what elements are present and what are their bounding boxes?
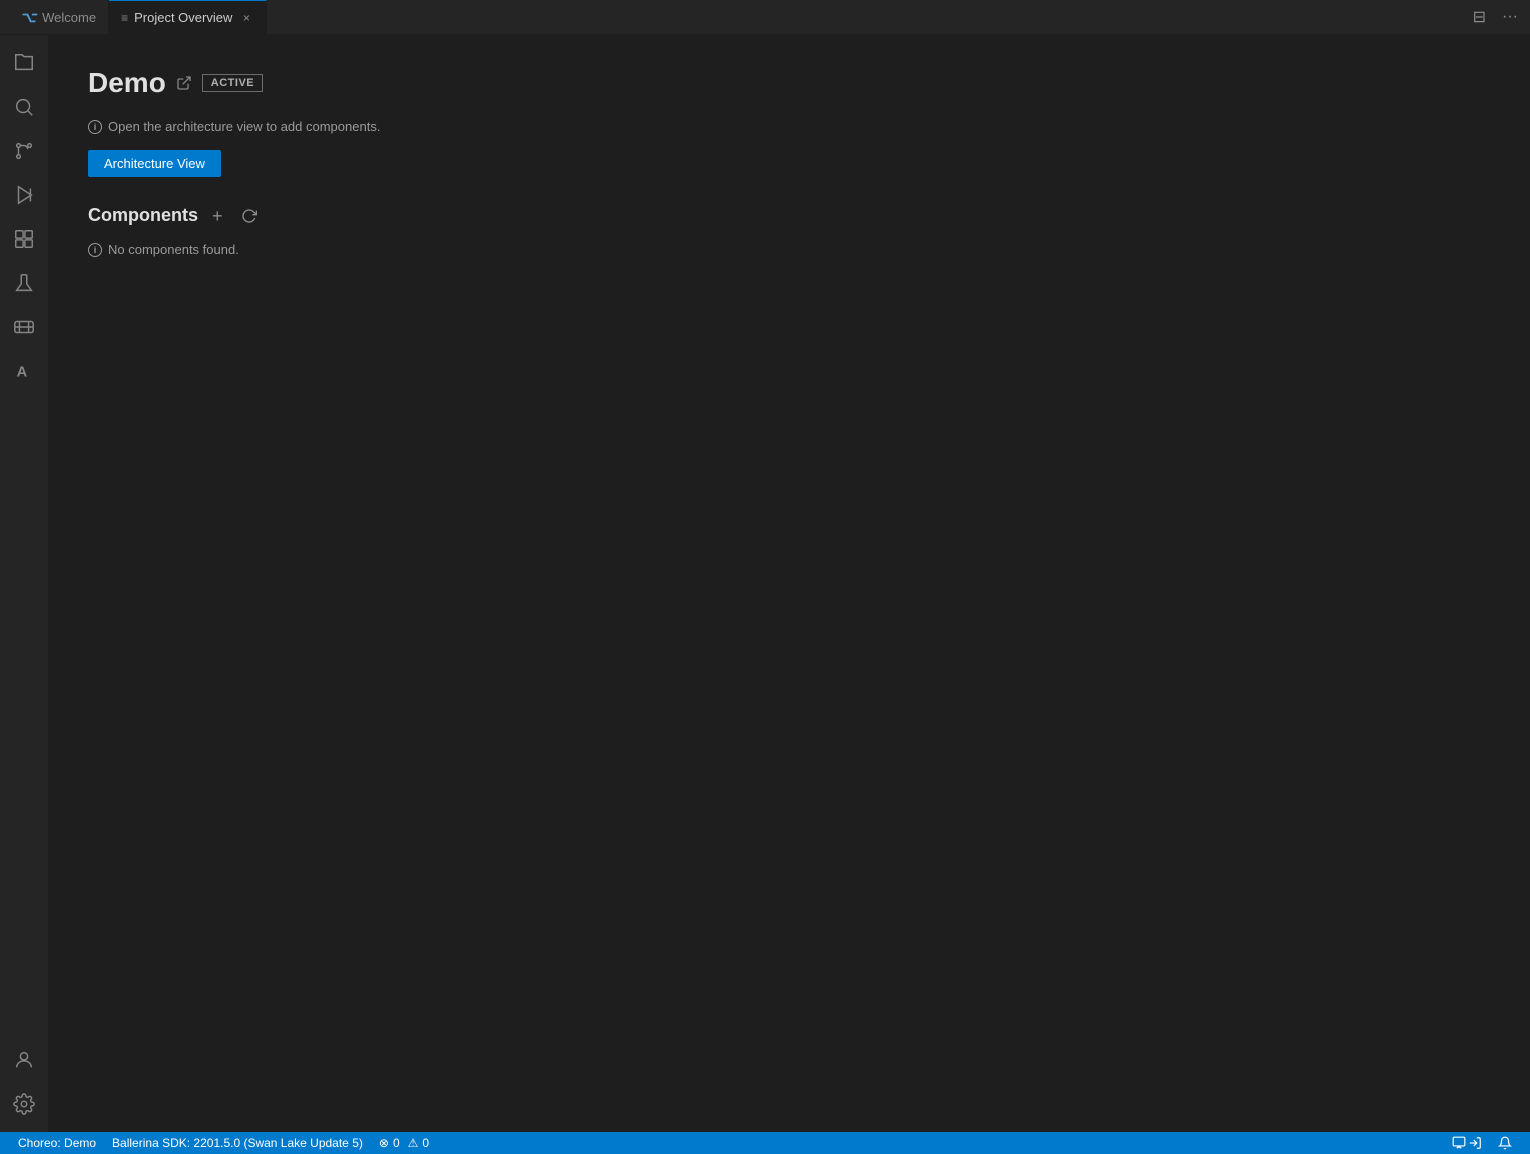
activity-item-run[interactable] bbox=[4, 175, 44, 215]
no-components-info-icon: i bbox=[88, 243, 102, 257]
tab-close-button[interactable]: × bbox=[238, 10, 254, 26]
add-component-button[interactable]: + bbox=[208, 207, 227, 225]
statusbar: Choreo: Demo Ballerina SDK: 2201.5.0 (Sw… bbox=[0, 1132, 1530, 1154]
info-text: Open the architecture view to add compon… bbox=[108, 119, 380, 134]
content-area: Demo ACTIVE i Open the architecture view… bbox=[48, 35, 1530, 1132]
more-actions-button[interactable]: ··· bbox=[1498, 6, 1522, 28]
titlebar-actions: ⊟ ··· bbox=[1469, 5, 1522, 29]
warnings-count: 0 bbox=[422, 1136, 429, 1150]
errors-count: 0 bbox=[393, 1136, 400, 1150]
tab-project-label: Project Overview bbox=[134, 10, 232, 25]
main-layout: A Demo bbox=[0, 35, 1530, 1132]
tab-welcome[interactable]: ⌥ Welcome bbox=[8, 0, 109, 34]
components-section-header: Components + bbox=[88, 205, 1490, 226]
split-editor-button[interactable]: ⊟ bbox=[1469, 5, 1490, 29]
activity-item-source-control[interactable] bbox=[4, 131, 44, 171]
activity-item-search[interactable] bbox=[4, 87, 44, 127]
info-icon: i bbox=[88, 120, 102, 134]
info-row: i Open the architecture view to add comp… bbox=[88, 119, 1490, 134]
architecture-view-button[interactable]: Architecture View bbox=[88, 150, 221, 177]
statusbar-remote-button[interactable] bbox=[1444, 1132, 1490, 1154]
tab-project-icon: ≡ bbox=[121, 11, 128, 25]
refresh-components-button[interactable] bbox=[237, 207, 261, 223]
statusbar-choreo[interactable]: Choreo: Demo bbox=[10, 1132, 104, 1154]
activity-bar: A bbox=[0, 35, 48, 1132]
active-badge: ACTIVE bbox=[202, 74, 263, 92]
statusbar-notifications-button[interactable] bbox=[1490, 1132, 1520, 1154]
tab-project-overview[interactable]: ≡ Project Overview × bbox=[109, 0, 267, 34]
warning-icon: ⚠ bbox=[408, 1136, 419, 1150]
activity-item-container[interactable] bbox=[4, 307, 44, 347]
activity-item-testing[interactable] bbox=[4, 263, 44, 303]
activity-item-extensions[interactable] bbox=[4, 219, 44, 259]
statusbar-errors[interactable]: ⊗ 0 ⚠ 0 bbox=[371, 1132, 437, 1154]
activity-item-account[interactable] bbox=[4, 1040, 44, 1080]
external-link-icon[interactable] bbox=[176, 74, 192, 92]
statusbar-right bbox=[1444, 1132, 1520, 1154]
vscode-icon: ⌥ bbox=[20, 9, 36, 26]
no-components-row: i No components found. bbox=[88, 242, 1490, 257]
titlebar: ⌥ Welcome ≡ Project Overview × ⊟ ··· bbox=[0, 0, 1530, 35]
project-title: Demo bbox=[88, 67, 166, 99]
tab-list: ⌥ Welcome ≡ Project Overview × bbox=[8, 0, 1469, 34]
tab-welcome-label: Welcome bbox=[42, 10, 96, 25]
no-components-text: No components found. bbox=[108, 242, 239, 257]
svg-text:A: A bbox=[17, 365, 28, 381]
statusbar-sdk-label: Ballerina SDK: 2201.5.0 (Swan Lake Updat… bbox=[112, 1136, 363, 1150]
activity-item-font[interactable]: A bbox=[4, 351, 44, 391]
error-icon: ⊗ bbox=[379, 1136, 389, 1150]
statusbar-choreo-label: Choreo: Demo bbox=[18, 1136, 96, 1150]
statusbar-sdk[interactable]: Ballerina SDK: 2201.5.0 (Swan Lake Updat… bbox=[104, 1132, 371, 1154]
project-title-row: Demo ACTIVE bbox=[88, 67, 1490, 99]
activity-item-explorer[interactable] bbox=[4, 43, 44, 83]
activity-item-settings[interactable] bbox=[4, 1084, 44, 1124]
components-section-title: Components bbox=[88, 205, 198, 226]
